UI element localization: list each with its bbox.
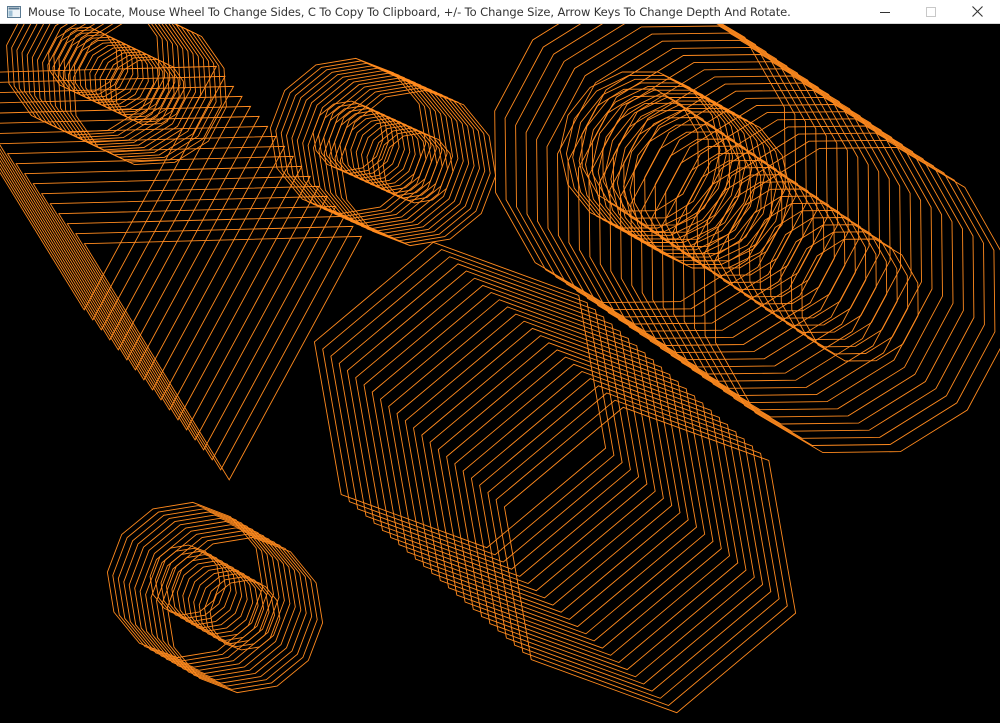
wireframe-layer xyxy=(604,97,765,254)
wireframe-layer xyxy=(503,406,797,714)
wireframe-layer xyxy=(404,320,697,628)
wireframe-layer xyxy=(413,327,706,635)
wireframe-layer xyxy=(396,313,689,620)
left-triangle xyxy=(0,65,363,481)
wireframe-hole-layer xyxy=(355,120,427,192)
bottom-left-tube xyxy=(106,501,324,694)
wireframe-layer xyxy=(21,24,176,141)
wireframe-layer xyxy=(338,263,631,570)
wireframe-layer xyxy=(437,349,730,656)
wireframe-layer xyxy=(470,378,764,685)
wireframe-layer xyxy=(565,75,727,233)
app-window: Mouse To Locate, Mouse Wheel To Change S… xyxy=(0,0,1000,723)
wireframe-layer xyxy=(346,270,640,577)
wireframe-layer xyxy=(559,71,721,229)
wireframe-layer xyxy=(591,89,753,247)
close-button[interactable] xyxy=(954,0,1000,24)
right-large-tube xyxy=(494,24,1000,454)
wireframe-layer xyxy=(454,363,747,671)
wireframe-layer xyxy=(388,306,681,613)
wireframe-hole-layer xyxy=(350,117,422,189)
wireframe-layer xyxy=(380,299,673,606)
wireframe-layer xyxy=(597,93,759,251)
close-icon xyxy=(971,6,983,17)
wireframe-layer xyxy=(330,256,623,563)
wireframe-layer xyxy=(322,248,615,556)
wireframe-layer xyxy=(487,392,780,699)
wireframe-layer xyxy=(446,356,739,664)
right-small-tube xyxy=(559,71,791,269)
wireframe-layer xyxy=(714,146,1000,454)
window-app-icon[interactable] xyxy=(6,5,22,19)
wireframe-layer xyxy=(421,335,714,642)
title-bar[interactable]: Mouse To Locate, Mouse Wheel To Change S… xyxy=(0,0,1000,24)
wireframe-layer xyxy=(363,284,656,592)
center-hexagon xyxy=(313,241,797,714)
wireframe-layer xyxy=(495,399,788,707)
wireframe-scene xyxy=(0,24,1000,714)
wireframe-layer xyxy=(371,291,664,599)
wireframe-layer xyxy=(462,370,755,678)
drawing-canvas[interactable] xyxy=(0,24,1000,723)
wireframe-layer xyxy=(355,277,648,585)
top-left-tube xyxy=(6,24,227,166)
wireframe-hole-layer xyxy=(339,112,411,184)
wireframe-layer xyxy=(313,241,607,549)
minimize-button[interactable] xyxy=(862,0,908,24)
wireframe-hole-layer xyxy=(334,110,405,182)
wireframe-hole-layer xyxy=(344,115,416,187)
wireframe-layer xyxy=(479,385,772,692)
window-title: Mouse To Locate, Mouse Wheel To Change S… xyxy=(28,4,791,19)
maximize-icon xyxy=(926,6,936,17)
minimize-icon xyxy=(880,11,890,13)
maximize-button[interactable] xyxy=(908,0,954,24)
window-controls xyxy=(862,0,1000,24)
wireframe-layer xyxy=(429,342,722,649)
wireframe-hole-layer xyxy=(361,122,432,194)
